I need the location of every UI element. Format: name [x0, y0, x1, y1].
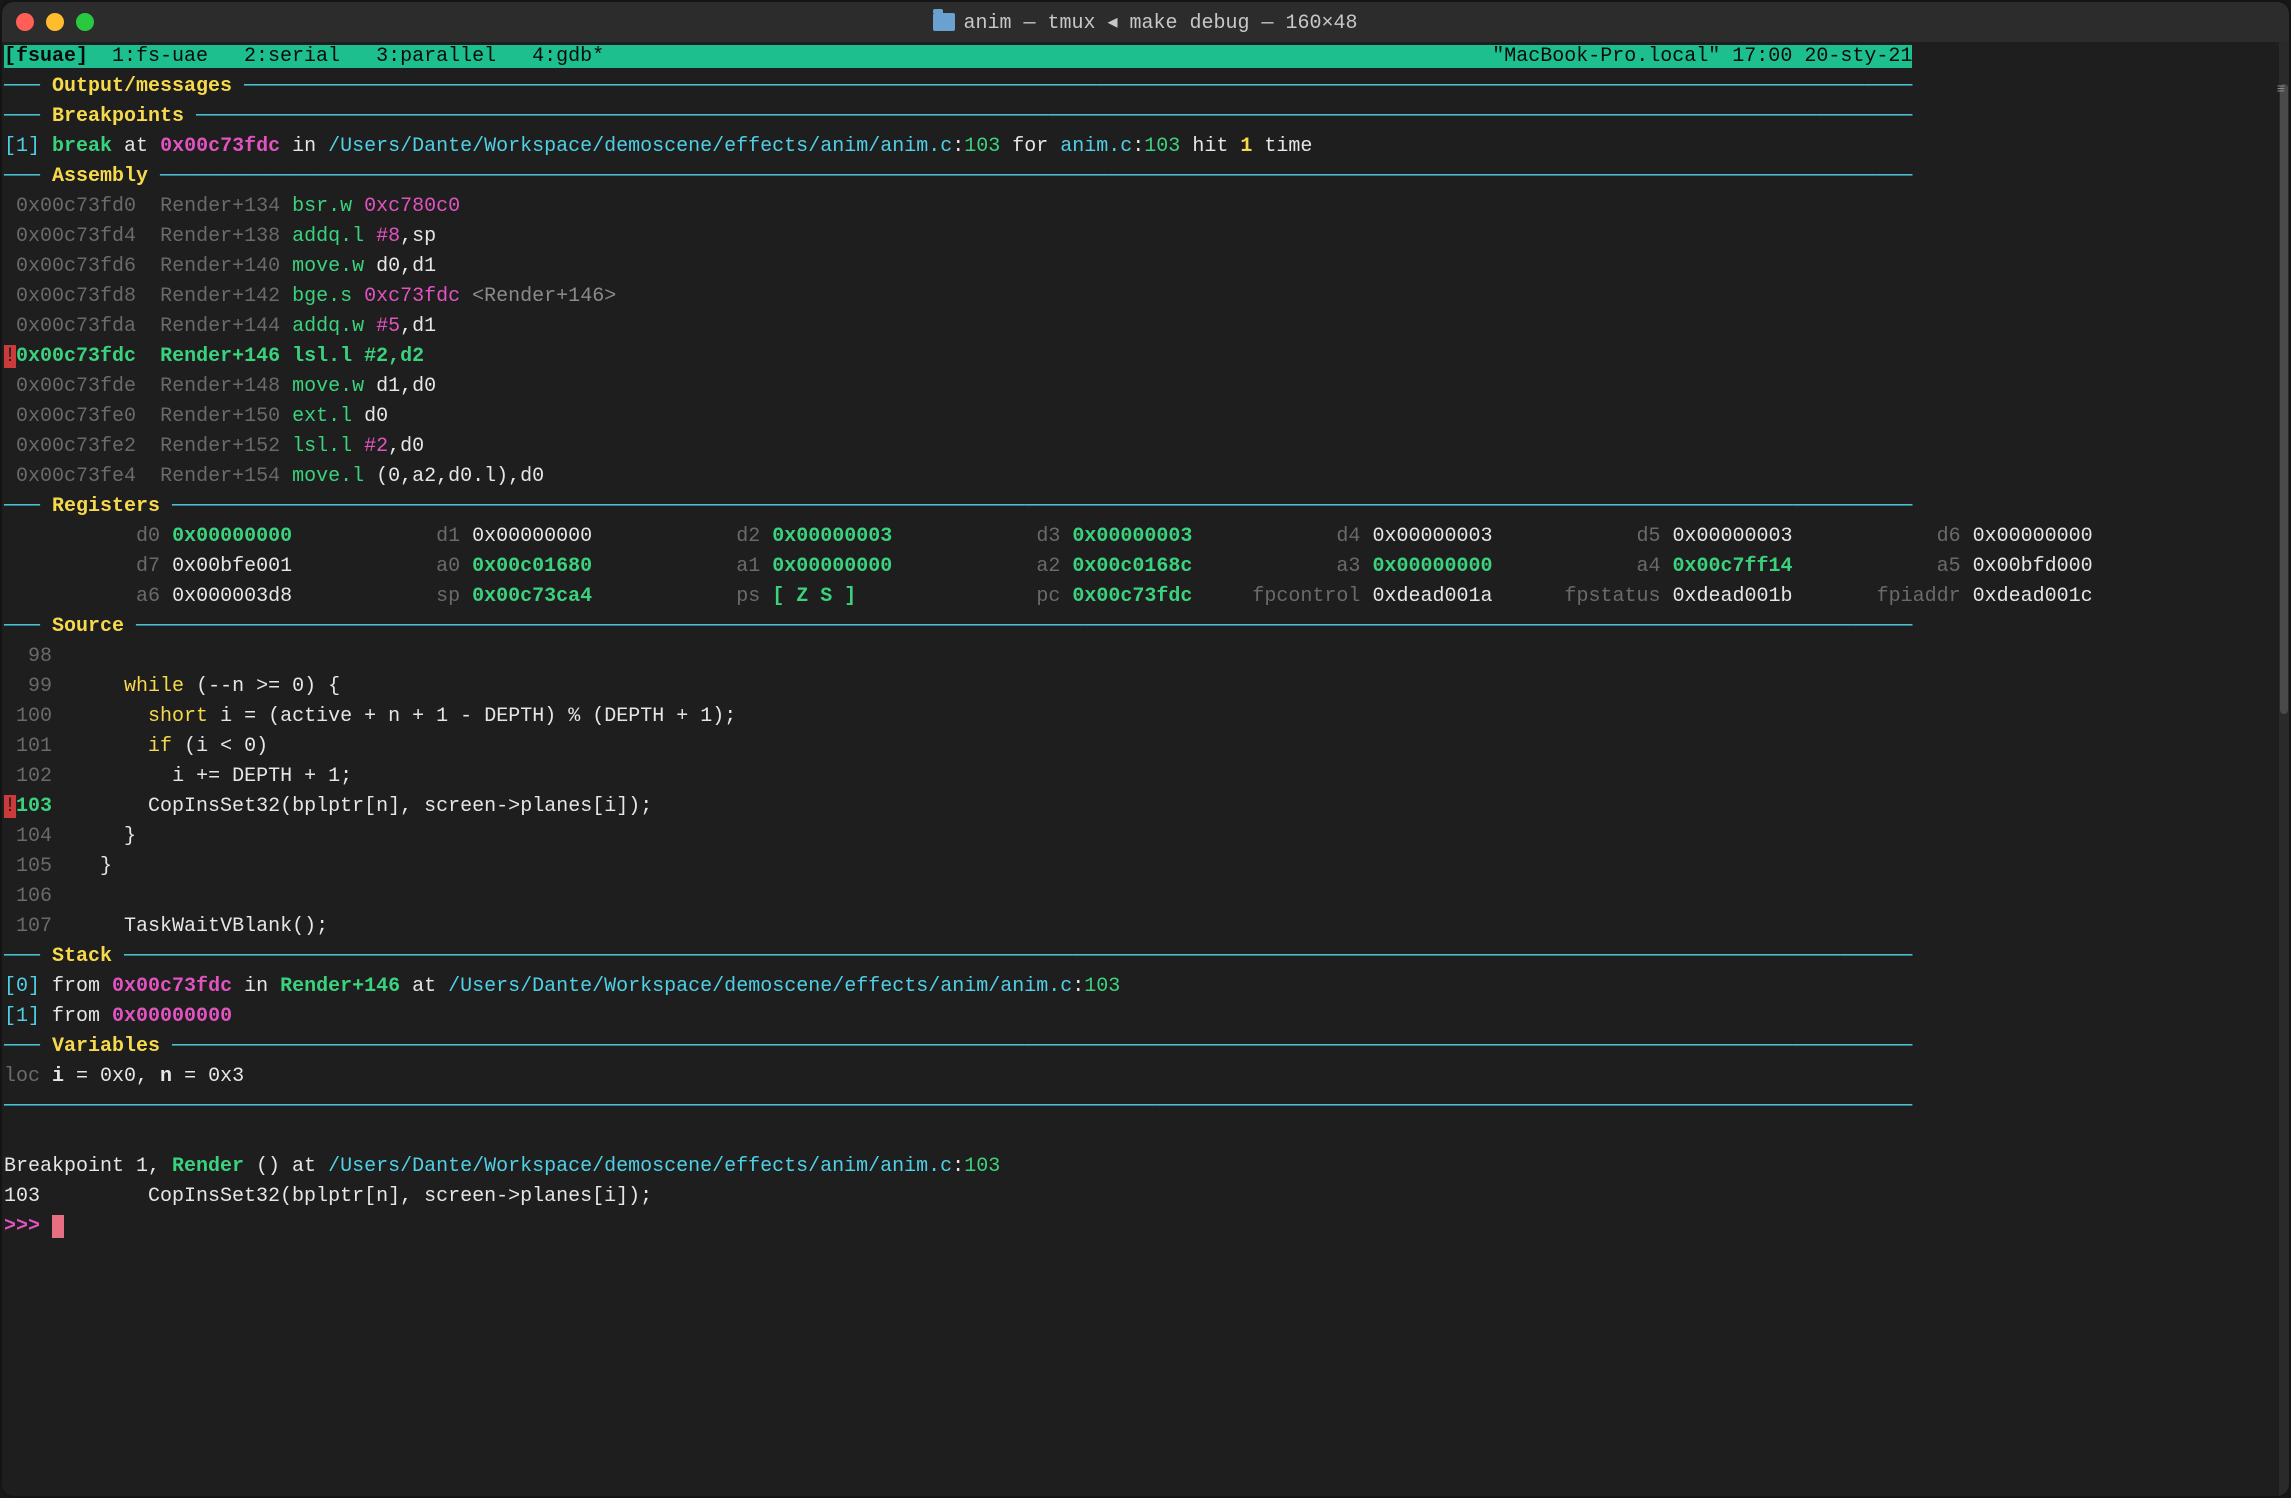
- close-button[interactable]: [16, 13, 34, 31]
- pane-handle-icon: ≡: [2273, 82, 2289, 98]
- scrollbar-thumb[interactable]: [2280, 84, 2288, 714]
- folder-icon: [933, 13, 955, 31]
- terminal-screen[interactable]: [fsuae] 1:fs-uae 2:serial 3:parallel 4:g…: [2, 42, 2289, 1242]
- terminal-window: anim — tmux ◂ make debug — 160×48 [fsuae…: [2, 2, 2289, 1496]
- terminal-body[interactable]: [fsuae] 1:fs-uae 2:serial 3:parallel 4:g…: [2, 42, 2289, 1496]
- window-title: anim — tmux ◂ make debug — 160×48: [2, 9, 2289, 35]
- minimize-button[interactable]: [46, 13, 64, 31]
- window-controls: [16, 13, 94, 31]
- title-text: anim — tmux ◂ make debug — 160×48: [963, 9, 1357, 35]
- titlebar: anim — tmux ◂ make debug — 160×48: [2, 2, 2289, 42]
- scrollbar[interactable]: [2279, 42, 2289, 1496]
- zoom-button[interactable]: [76, 13, 94, 31]
